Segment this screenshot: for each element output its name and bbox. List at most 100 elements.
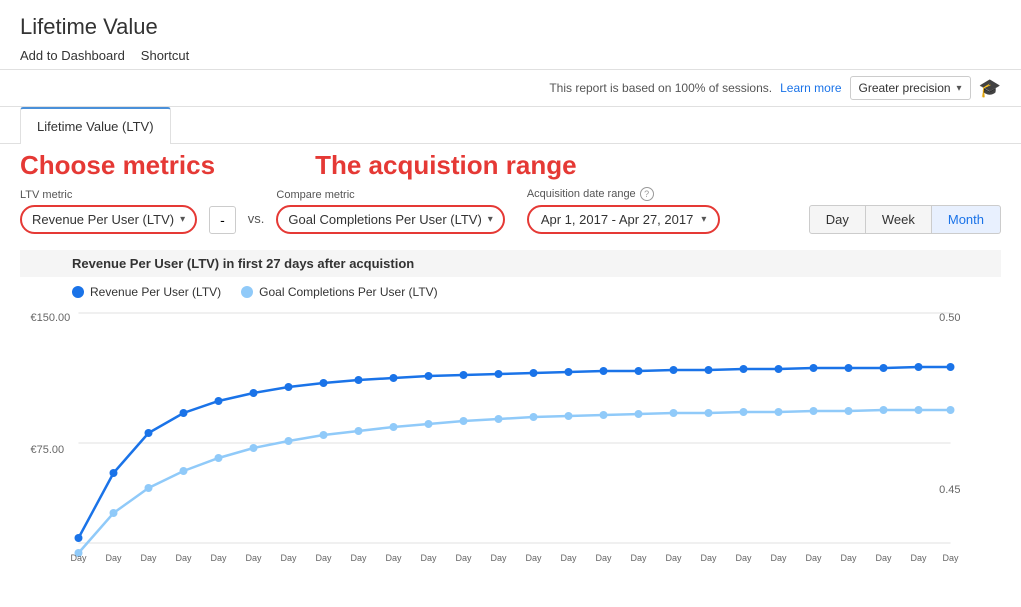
minus-button-group: x - (209, 190, 236, 234)
svg-text:1: 1 (111, 562, 116, 563)
svg-text:8: 8 (356, 562, 361, 563)
precision-dropdown[interactable]: Greater precision ▾ (850, 76, 971, 100)
chart-dot-light (810, 407, 818, 415)
chart-dot (180, 409, 188, 417)
chart-dot (670, 366, 678, 374)
day-week-month-group: Day Week Month (809, 205, 1001, 234)
svg-text:2: 2 (146, 562, 151, 563)
svg-text:25: 25 (945, 562, 955, 563)
page-header: Lifetime Value Add to Dashboard Shortcut (0, 0, 1021, 70)
chart-dot (810, 364, 818, 372)
svg-text:22: 22 (843, 562, 853, 563)
ltv-metric-group: LTV metric Revenue Per User (LTV) ▾ (20, 189, 197, 234)
chart-dot-light (390, 423, 398, 431)
chart-dot (110, 469, 118, 477)
controls-bar: LTV metric Revenue Per User (LTV) ▾ x - … (0, 181, 1021, 246)
acquisition-date-group: Acquisition date range ? Apr 1, 2017 - A… (527, 187, 721, 234)
svg-text:19: 19 (738, 562, 748, 563)
tab-bar: Lifetime Value (LTV) (0, 107, 1021, 144)
chart-dot-light (565, 412, 573, 420)
chart-dot-light (320, 431, 328, 439)
legend-item-revenue: Revenue Per User (LTV) (72, 285, 221, 299)
svg-text:20: 20 (773, 562, 783, 563)
header-actions: Add to Dashboard Shortcut (20, 48, 1001, 63)
chart-dot (215, 397, 223, 405)
chart-dot (740, 365, 748, 373)
chart-dot (845, 364, 853, 372)
svg-text:21: 21 (808, 562, 818, 563)
minus-spacer: x (209, 190, 236, 202)
legend-item-goal: Goal Completions Per User (LTV) (241, 285, 438, 299)
choose-metrics-annotation: Choose metrics (20, 150, 215, 181)
chart-dot-light (285, 437, 293, 445)
chart-dot (775, 365, 783, 373)
chart-container: €150.00 €75.00 0.50 0.45 (20, 303, 1001, 566)
ltv-metric-select[interactable]: Revenue Per User (LTV) ▾ (20, 205, 197, 234)
svg-text:€75.00: €75.00 (31, 444, 65, 456)
chart-dot-light (215, 454, 223, 462)
compare-metric-value: Goal Completions Per User (LTV) (288, 212, 481, 227)
svg-text:0.50: 0.50 (939, 312, 960, 324)
page-wrapper: Lifetime Value Add to Dashboard Shortcut… (0, 0, 1021, 576)
ltv-chevron-icon: ▾ (180, 214, 185, 225)
chart-dot-light (180, 467, 188, 475)
chart-dot (635, 367, 643, 375)
svg-text:16: 16 (633, 562, 643, 563)
chart-dot-light (880, 406, 888, 414)
chart-dot-light (460, 417, 468, 425)
chart-dot (880, 364, 888, 372)
date-chevron-icon: ▾ (701, 214, 706, 225)
chart-dot-light (495, 415, 503, 423)
week-button[interactable]: Week (866, 205, 932, 234)
add-to-dashboard-link[interactable]: Add to Dashboard (20, 48, 125, 63)
compare-metric-select[interactable]: Goal Completions Per User (LTV) ▾ (276, 205, 504, 234)
chart-dot (390, 374, 398, 382)
chart-dot-light (740, 408, 748, 416)
ltv-metric-label: LTV metric (20, 189, 197, 201)
svg-text:0.45: 0.45 (939, 484, 960, 496)
mortar-board-icon[interactable]: 🎓 (979, 78, 1001, 99)
chart-section: Revenue Per User (LTV) in first 27 days … (0, 246, 1021, 576)
help-icon[interactable]: ? (640, 187, 654, 201)
chart-dot (600, 367, 608, 375)
revenue-line (79, 367, 951, 538)
svg-text:14: 14 (563, 562, 573, 563)
chart-dot-light (110, 509, 118, 517)
minus-button[interactable]: - (209, 206, 236, 234)
compare-metric-label: Compare metric (276, 189, 504, 201)
legend-label-revenue: Revenue Per User (LTV) (90, 285, 221, 299)
day-button[interactable]: Day (809, 205, 866, 234)
chart-subtitle: Revenue Per User (LTV) in first 27 days … (20, 250, 1001, 277)
svg-text:3: 3 (181, 562, 186, 563)
svg-text:10: 10 (423, 562, 433, 563)
chart-dot (145, 429, 153, 437)
date-range-select[interactable]: Apr 1, 2017 - Apr 27, 2017 ▾ (527, 205, 721, 234)
chart-dot-light (530, 413, 538, 421)
chart-dot-light (915, 406, 923, 414)
annotation-row: Choose metrics The acquistion range (0, 144, 1021, 181)
svg-text:€150.00: €150.00 (31, 312, 71, 324)
vs-label: vs. (248, 211, 265, 234)
chart-dot-light (705, 409, 713, 417)
svg-text:17: 17 (668, 562, 678, 563)
chart-dot (285, 383, 293, 391)
chart-dot-light (635, 410, 643, 418)
tab-ltv[interactable]: Lifetime Value (LTV) (20, 107, 171, 144)
precision-chevron-icon: ▾ (957, 83, 962, 94)
legend-label-goal: Goal Completions Per User (LTV) (259, 285, 438, 299)
chart-dot-light (600, 411, 608, 419)
chart-dot-light (845, 407, 853, 415)
chart-dot (250, 389, 258, 397)
chart-dot (75, 534, 83, 542)
svg-text:6: 6 (286, 562, 291, 563)
svg-text:23: 23 (878, 562, 888, 563)
chart-dot (495, 370, 503, 378)
chart-dot-light (145, 484, 153, 492)
acquisition-range-annotation: The acquistion range (315, 150, 577, 181)
chart-dot (705, 366, 713, 374)
svg-text:4: 4 (216, 562, 221, 563)
month-button[interactable]: Month (932, 205, 1001, 234)
shortcut-link[interactable]: Shortcut (141, 48, 189, 63)
learn-more-link[interactable]: Learn more (780, 81, 841, 95)
chart-dot (565, 368, 573, 376)
